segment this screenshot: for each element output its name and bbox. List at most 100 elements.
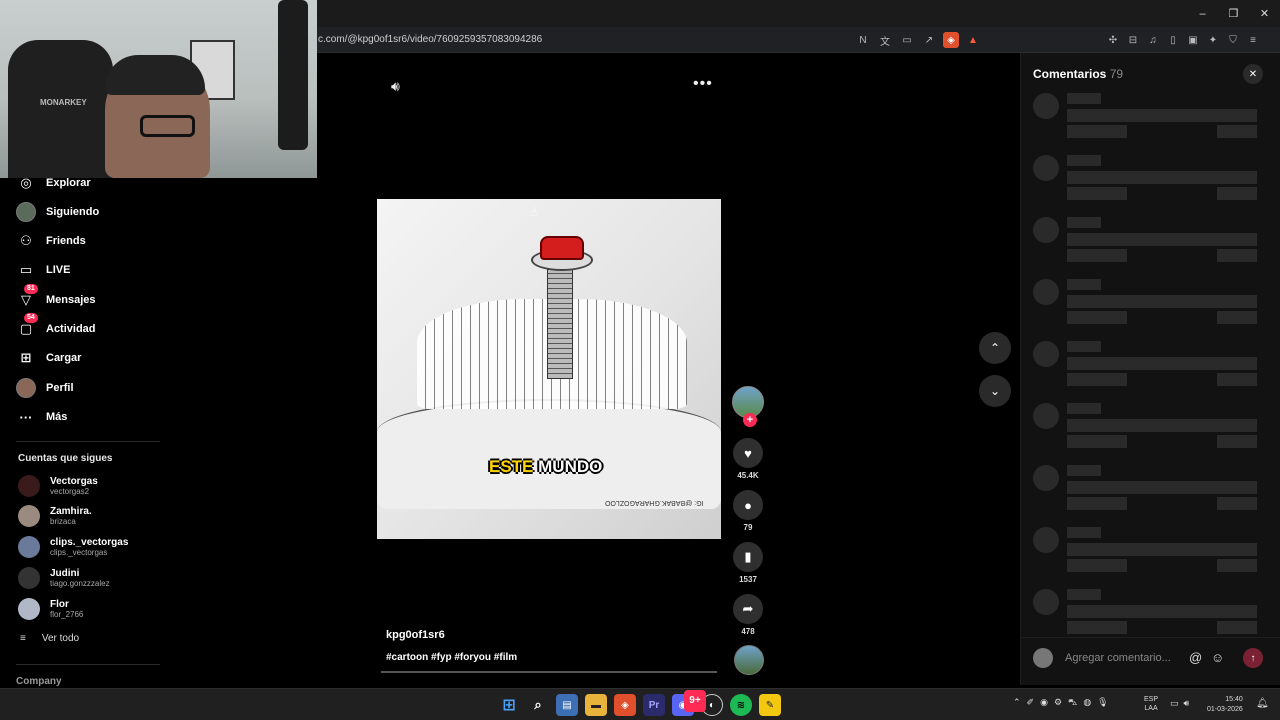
photos-icon[interactable]: ▤ <box>556 694 578 716</box>
microphone-icon[interactable]: 🎙︎ <box>1097 697 1108 709</box>
following-account[interactable]: Zamhira. brizaca <box>18 503 92 529</box>
url-field[interactable]: c.com/@kpg0of1sr6/video/7609259357083094… <box>318 34 542 45</box>
see-all-link[interactable]: ≡ Ver todo <box>20 633 79 644</box>
chevron-up-icon[interactable]: ⌃ <box>1013 697 1021 709</box>
car-icon[interactable]: ⛍ <box>1068 697 1077 709</box>
video-progress-bar[interactable] <box>381 671 717 673</box>
comments-count: 79 <box>1109 67 1124 81</box>
more-options-icon[interactable]: ••• <box>693 75 713 93</box>
tab-search-icon[interactable]: ⊟ <box>1125 32 1141 48</box>
close-comments-button[interactable]: ✕ <box>1243 64 1263 84</box>
streamer-headphones <box>105 55 205 95</box>
volume-icon[interactable]: 🔊︎ <box>391 78 400 95</box>
account-handle: vectorgas2 <box>50 486 90 496</box>
translate-icon[interactable]: 文 <box>877 32 893 48</box>
sidebar-item-live[interactable]: ▭ LIVE <box>16 259 71 281</box>
next-video-button[interactable]: ⌄ <box>979 375 1011 407</box>
restore-button[interactable]: ❐ <box>1218 0 1249 27</box>
music-disc[interactable] <box>734 645 764 675</box>
like-button[interactable]: ♥ 45.4K <box>732 438 764 480</box>
sidebar-item-friends[interactable]: ⚇ Friends <box>16 230 86 252</box>
comment-button[interactable]: ● 79 <box>732 490 764 532</box>
follow-plus-icon[interactable]: + <box>743 413 757 427</box>
avatar <box>1033 648 1053 668</box>
search-icon[interactable]: ⌕ <box>527 694 549 716</box>
following-account[interactable]: Flor flor_2766 <box>18 596 83 622</box>
premiere-pro-icon[interactable]: Pr <box>643 694 665 716</box>
messages-icon: ▽ 81 <box>16 284 38 310</box>
following-account[interactable]: Vectorgas vectorgas2 <box>18 473 98 499</box>
previous-video-button[interactable]: ⌃ <box>979 332 1011 364</box>
window-controls: – ❐ ✕ <box>1187 0 1280 27</box>
app-tray-icon[interactable]: ◍ <box>1083 697 1091 709</box>
clock[interactable]: 15:40 01-03-2026 <box>1207 695 1243 715</box>
close-window-button[interactable]: ✕ <box>1249 0 1280 27</box>
input-language[interactable]: ESP LAA <box>1144 695 1158 713</box>
minimize-button[interactable]: – <box>1187 0 1218 27</box>
avatar <box>18 567 40 589</box>
wallet-icon[interactable]: ▣ <box>1185 32 1201 48</box>
extensions-icon[interactable]: ✣ <box>1105 32 1121 48</box>
sidebar-item-perfil[interactable]: Perfil <box>16 377 74 399</box>
video-hashtags[interactable]: #cartoon #fyp #foryou #film <box>386 652 517 663</box>
sidebar-item-mas[interactable]: ··· Más <box>16 406 68 428</box>
video-author[interactable]: kpg0of1sr6 <box>386 629 445 641</box>
avatar <box>18 536 40 558</box>
reader-icon[interactable]: N <box>855 32 871 48</box>
emoji-icon[interactable]: ☺ <box>1211 650 1224 665</box>
time: 15:40 <box>1225 696 1243 703</box>
pen-icon[interactable]: ✐ <box>1027 697 1035 709</box>
brave-rewards-icon[interactable]: ▲ <box>965 32 981 48</box>
chevron-down-icon: ⌄ <box>989 384 1001 398</box>
leo-ai-icon[interactable]: ✦ <box>1205 32 1221 48</box>
see-all-label: Ver todo <box>41 633 80 644</box>
footer-company-link[interactable]: Company <box>16 676 62 687</box>
save-button[interactable]: ▮ 1537 <box>732 542 764 584</box>
caption-highlight: ESTE <box>489 457 534 476</box>
action-rail: + ♥ 45.4K ● 79 ▮ 1537 ➦ 478 <box>730 386 766 636</box>
file-explorer-icon[interactable]: ▬ <box>585 694 607 716</box>
cast-icon[interactable]: ▭ <box>899 32 915 48</box>
sidebar-item-actividad[interactable]: ▢ 54 Actividad <box>16 313 96 340</box>
comment-skeleton <box>1033 341 1269 391</box>
windows-start-icon[interactable]: ⊞ <box>498 694 520 716</box>
account-handle: brizaca <box>50 516 76 526</box>
sidebar-toggle-icon[interactable]: ▯ <box>1165 32 1181 48</box>
menu-icon[interactable]: ≡ <box>1245 32 1261 48</box>
account-name: clips._vectorgas <box>50 536 129 548</box>
activity-icon: ▢ 54 <box>16 313 38 339</box>
divider <box>16 441 160 442</box>
discord-icon[interactable]: ◉ 9+ <box>672 690 706 716</box>
discord-tray-icon[interactable]: ◉ <box>1040 697 1048 709</box>
sidebar-item-mensajes[interactable]: ▽ 81 Mensajes <box>16 284 96 311</box>
following-account[interactable]: Judini tiago.gonzzzalez <box>18 565 110 591</box>
sidebar-item-siguiendo[interactable]: Siguiendo <box>16 201 99 223</box>
vpn-icon[interactable]: ⛉ <box>1225 32 1241 48</box>
streamer-glasses <box>140 115 195 137</box>
notification-icon[interactable]: 🔔︎ <box>1256 698 1269 709</box>
media-icon[interactable]: ♫ <box>1145 32 1161 48</box>
following-account[interactable]: clips._vectorgas clips._vectorgas <box>18 534 128 560</box>
share-button[interactable]: ➦ 478 <box>732 594 764 636</box>
comment-skeleton <box>1033 589 1269 639</box>
chevron-up-icon: ⌃ <box>989 341 1001 355</box>
mouse-cursor-icon: ☝ <box>530 205 538 219</box>
mention-icon[interactable]: @ <box>1189 650 1202 665</box>
bookmark-icon: ▮ <box>733 542 763 572</box>
comment-input[interactable]: Agregar comentario... <box>1065 652 1171 664</box>
arrow-up-icon: ↑ <box>1250 652 1256 664</box>
send-button[interactable]: ↑ <box>1243 648 1263 668</box>
steam-icon[interactable]: ⚙ <box>1054 697 1062 709</box>
comments-title-label: Comentarios <box>1033 67 1107 81</box>
comment-icon: ● <box>733 490 763 520</box>
creator-avatar[interactable]: + <box>732 386 764 427</box>
share-icon[interactable]: ↗ <box>921 32 937 48</box>
spotify-icon[interactable]: ≋ <box>730 694 752 716</box>
comment-skeleton <box>1033 217 1269 267</box>
app-icon[interactable]: ✎ <box>759 694 781 716</box>
sidebar-item-cargar[interactable]: ⊞ Cargar <box>16 347 82 369</box>
quick-settings[interactable]: ▭ 🔊︎ <box>1170 698 1189 709</box>
brave-shield-icon[interactable]: ◈ <box>943 32 959 48</box>
brave-browser-icon[interactable]: ◈ <box>614 694 636 716</box>
video-player[interactable]: 🔊︎ ••• ESTE MUNDO IG: @BABAK.GHARAGOZLOO… <box>377 63 721 675</box>
